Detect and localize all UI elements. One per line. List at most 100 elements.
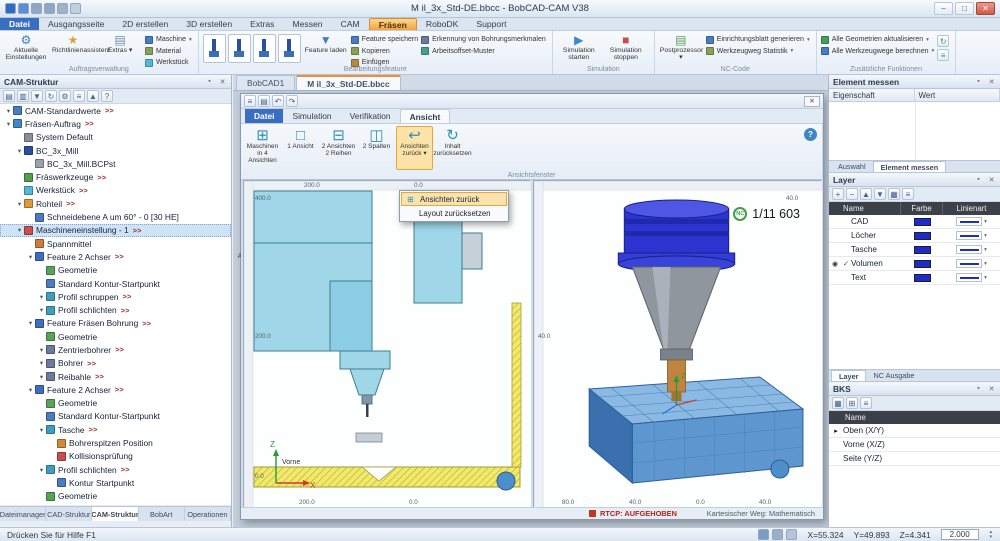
linetype-dropdown-icon[interactable]: ▾ <box>984 233 987 239</box>
eye-icon[interactable]: ◉ <box>829 260 841 268</box>
layer-down-icon[interactable]: ▼ <box>874 188 886 200</box>
document-tab-m-il-3x-std-de-bbcc[interactable]: M il_3x_Std-DE.bbcc <box>296 75 400 90</box>
tree-item-profil-schruppen[interactable]: ▾Profil schruppen>> <box>0 290 231 303</box>
tree-item-reibahle[interactable]: ▾Reibahle>> <box>0 370 231 383</box>
ribbon-tab-ausgangsseite[interactable]: Ausgangsseite <box>39 18 113 30</box>
layer-color-swatch[interactable] <box>914 274 931 282</box>
tree-item-cam-standardwerte[interactable]: ▾CAM-Standardwerte>> <box>0 104 231 117</box>
richtlinienassistent-button[interactable]: ★Richtlinienassistent <box>51 33 95 65</box>
layer-color-swatch[interactable] <box>914 260 931 268</box>
linetype-dropdown-icon[interactable]: ▾ <box>984 261 987 267</box>
tree-item-spannmittel[interactable]: Spannmittel <box>0 237 231 250</box>
ribbon-tab-datei[interactable]: Datei <box>0 18 39 30</box>
tree-item-profil-schlichten[interactable]: ▾Profil schlichten>> <box>0 463 231 476</box>
tree-item-bc-3x-mill[interactable]: ▾BC_3x_Mill <box>0 144 231 157</box>
sim-menu-icon[interactable]: ≡ <box>244 95 256 107</box>
sim-tab-verifikation[interactable]: Verifikation <box>341 109 400 123</box>
sim-save-icon[interactable]: ▤ <box>258 95 270 107</box>
column-name[interactable]: Name <box>829 411 1000 424</box>
tree-item-geometrie[interactable]: Geometrie <box>0 264 231 277</box>
pin-icon[interactable]: ▪ <box>974 385 983 393</box>
tree-list-icon[interactable]: ≡ <box>73 90 85 102</box>
layer-color-swatch[interactable] <box>914 218 931 226</box>
sim-undo-icon[interactable]: ↶ <box>272 95 284 107</box>
tree-item-werkstück[interactable]: Werkstück>> <box>0 184 231 197</box>
layer-linetype[interactable] <box>956 245 982 254</box>
close-icon[interactable]: ✕ <box>987 176 996 184</box>
maximize-button[interactable]: □ <box>955 2 974 15</box>
tab-nc-ausgabe[interactable]: NC Ausgabe <box>866 370 921 381</box>
pin-icon[interactable]: ▪ <box>974 78 983 86</box>
view-sphere-button[interactable] <box>497 472 515 490</box>
layer-add-icon[interactable]: + <box>832 188 844 200</box>
panel-tab-operationen[interactable]: Operationen <box>185 507 231 521</box>
einrichtungsblatt-generieren-button[interactable]: Einrichtungsblatt generieren▾ <box>706 35 810 45</box>
tree-item-fräsen-auftrag[interactable]: ▾Fräsen-Auftrag>> <box>0 117 231 130</box>
layer-up-icon[interactable]: ▲ <box>860 188 872 200</box>
expand-icon[interactable]: ▾ <box>26 386 35 394</box>
tree-item-standard-kontur-startpunkt[interactable]: Standard Kontur-Startpunkt <box>0 410 231 423</box>
ribbon-tab-cam[interactable]: CAM <box>332 18 369 30</box>
close-icon[interactable]: ✕ <box>987 385 996 393</box>
expand-icon[interactable]: ▾ <box>15 226 24 234</box>
refresh-geometry-icon[interactable]: ↻ <box>937 35 949 47</box>
simulation-stoppen-button[interactable]: ■Simulation stoppen <box>604 33 648 65</box>
layer-color-swatch[interactable] <box>914 246 931 254</box>
bks-row-vorne-x-z[interactable]: Vorne (X/Z) <box>829 438 1000 452</box>
layer-linetype[interactable] <box>956 217 982 226</box>
feature-speichern-button[interactable]: Feature speichern <box>351 35 418 45</box>
alle-werkzeugwege-berechnen-button[interactable]: Alle Werkzeugwege berechnen▾ <box>821 47 935 57</box>
close-icon[interactable]: ✕ <box>218 78 227 86</box>
layer-row-cad[interactable]: CAD▾ <box>829 215 1000 229</box>
arbeitsoffset-muster-button[interactable]: Arbeitsoffset-Muster <box>421 47 546 57</box>
linetype-dropdown-icon[interactable]: ▾ <box>984 247 987 253</box>
ribbon-tab-2d-erstellen[interactable]: 2D erstellen <box>113 18 177 30</box>
layer-linetype[interactable] <box>956 273 982 282</box>
tree-item-bohrerspitzen-position[interactable]: Bohrerspitzen Position <box>0 436 231 449</box>
feature-flat-endmill-icon[interactable] <box>203 34 226 63</box>
feature-laden-button[interactable]: ▼Feature laden <box>304 33 348 65</box>
layer-row-tasche[interactable]: Tasche▾ <box>829 243 1000 257</box>
column-name[interactable]: Name <box>829 202 901 215</box>
tab-element-messen[interactable]: Element messen <box>873 161 947 172</box>
bks-edit-icon[interactable]: ≡ <box>860 397 872 409</box>
expand-all-icon[interactable]: ▥ <box>17 90 29 102</box>
tree-item-maschineneinstellung-1[interactable]: ▾Maschineneinstellung - 1>> <box>0 224 231 237</box>
stepper-down-icon[interactable]: ▼ <box>989 535 993 540</box>
ribbon-tab-extras[interactable]: Extras <box>241 18 283 30</box>
sim-redo-icon[interactable]: ↷ <box>286 95 298 107</box>
ribbon-tab-support[interactable]: Support <box>467 18 515 30</box>
layer-row-volumen[interactable]: ◉✓Volumen▾ <box>829 257 1000 271</box>
layer-delete-icon[interactable]: − <box>846 188 858 200</box>
tree-item-bohrer[interactable]: ▾Bohrer>> <box>0 357 231 370</box>
tree-item-feature-fräsen-bohrung[interactable]: ▾Feature Fräsen Bohrung>> <box>0 317 231 330</box>
tab-auswahl[interactable]: Auswahl <box>831 161 873 172</box>
sim-button-inhalt-zurücksetzen[interactable]: ↻Inhalt zurücksetzen <box>434 126 471 170</box>
tree-item-feature-2-achser[interactable]: ▾Feature 2 Achser>> <box>0 250 231 263</box>
ribbon-tab-messen[interactable]: Messen <box>283 18 331 30</box>
tree-filter-icon[interactable]: ▼ <box>31 90 43 102</box>
tree-item-kollisionsprüfung[interactable]: Kollisionsprüfung <box>0 450 231 463</box>
feature-ball-endmill-icon[interactable] <box>228 34 251 63</box>
ribbon-tab-3d-erstellen[interactable]: 3D erstellen <box>177 18 241 30</box>
sim-tab-simulation[interactable]: Simulation <box>283 109 340 123</box>
layer-linetype[interactable] <box>956 259 982 268</box>
aktuelle-einstellungen-button[interactable]: ⚙Aktuelle Einstellungen <box>4 33 48 65</box>
tree-item-geometrie[interactable]: Geometrie <box>0 330 231 343</box>
sim-button-2-ansichten-2-reihen[interactable]: ⊟2 Ansichten 2 Reihen <box>320 126 357 170</box>
sim-button-maschinen-in-4-ansichten[interactable]: ⊞Maschinen in 4 Ansichten <box>244 126 281 170</box>
layer-row-löcher[interactable]: Löcher▾ <box>829 229 1000 243</box>
tree-refresh-icon[interactable]: ↻ <box>45 90 57 102</box>
sim-button-2-spalten[interactable]: ◫2 Spalten <box>358 126 395 170</box>
close-button[interactable]: ✕ <box>976 2 995 15</box>
expand-icon[interactable]: ▾ <box>26 319 35 327</box>
sim-tab-ansicht[interactable]: Ansicht <box>400 109 451 123</box>
tab-layer[interactable]: Layer <box>831 370 866 381</box>
ribbon-tab-fräsen[interactable]: Fräsen <box>369 18 417 30</box>
minimize-button[interactable]: – <box>934 2 953 15</box>
bks-axes-icon[interactable]: ⊞ <box>846 397 858 409</box>
ribbon-tab-robodk[interactable]: RoboDK <box>417 18 467 30</box>
tree-help-icon[interactable]: ? <box>101 90 113 102</box>
ortho-icon[interactable] <box>772 529 783 540</box>
tree-item-schneidebene-a-um-60-0-30-he[interactable]: Schneidebene A um 60° - 0 [30 HE] <box>0 210 231 223</box>
